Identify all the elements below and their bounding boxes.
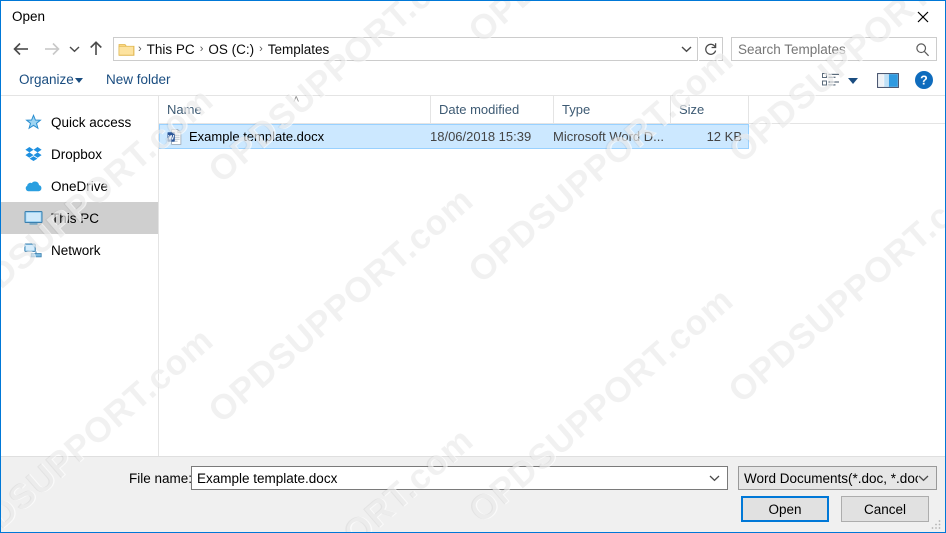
navigation-sidebar: Quick access Dropbox OneDrive This PC Ne… <box>1 96 159 456</box>
chevron-down-icon <box>681 46 691 53</box>
svg-text:W: W <box>168 134 175 141</box>
chevron-down-icon[interactable] <box>709 474 720 482</box>
open-file-dialog: Open › This PC › OS (C:) › Templates Sea… <box>0 0 946 533</box>
help-icon: ? <box>915 71 933 89</box>
organize-button[interactable]: Organize <box>19 72 74 87</box>
open-button[interactable]: Open <box>741 496 829 522</box>
breadcrumb-item-templates[interactable]: Templates <box>264 42 334 57</box>
file-list-pane: Name ˄ Date modified Type Size W Example… <box>159 94 945 456</box>
sidebar-item-label: This PC <box>51 210 100 226</box>
chevron-down-icon <box>75 78 83 83</box>
network-icon <box>23 241 43 259</box>
refresh-button[interactable] <box>699 37 723 61</box>
arrow-right-icon <box>44 42 60 56</box>
file-type-cell: Microsoft Word D... <box>553 129 665 144</box>
search-box[interactable]: Search Templates <box>731 37 937 61</box>
file-date-cell: 18/06/2018 15:39 <box>430 129 532 144</box>
cancel-button[interactable]: Cancel <box>841 496 929 522</box>
column-headers: Name ˄ Date modified Type Size <box>159 94 945 124</box>
chevron-down-icon <box>69 46 79 53</box>
column-header-size[interactable]: Size <box>671 96 749 123</box>
window-title: Open <box>12 9 46 24</box>
file-name-label: File name: <box>129 471 193 486</box>
sidebar-item-label: Quick access <box>51 114 132 130</box>
breadcrumb-item-this-pc[interactable]: This PC <box>143 42 199 57</box>
sidebar-item-this-pc[interactable]: This PC <box>1 202 158 234</box>
preview-pane-icon <box>877 72 899 88</box>
word-document-icon: W <box>167 128 183 145</box>
column-header-date-modified[interactable]: Date modified <box>431 96 554 123</box>
sort-ascending-icon: ˄ <box>293 94 300 106</box>
file-name-cell: W Example template.docx <box>160 128 430 145</box>
sidebar-item-dropbox[interactable]: Dropbox <box>1 138 158 170</box>
breadcrumb[interactable]: › This PC › OS (C:) › Templates <box>113 37 698 61</box>
cloud-icon <box>23 177 43 195</box>
refresh-icon <box>704 43 716 55</box>
monitor-icon <box>23 209 43 227</box>
svg-text:?: ? <box>920 74 928 88</box>
sidebar-item-network[interactable]: Network <box>1 234 158 266</box>
close-icon <box>917 11 928 22</box>
search-input[interactable]: Search Templates <box>738 42 915 57</box>
arrow-left-icon <box>12 42 28 56</box>
view-options-chevron-down-icon[interactable] <box>848 78 858 84</box>
view-options-button[interactable] <box>819 69 845 91</box>
close-button[interactable] <box>900 1 945 32</box>
column-header-name[interactable]: Name ˄ <box>159 94 431 123</box>
breadcrumb-dropdown-button[interactable] <box>675 38 697 60</box>
sidebar-item-label: Dropbox <box>51 146 103 162</box>
help-button[interactable]: ? <box>911 69 937 91</box>
arrow-up-icon <box>90 41 102 55</box>
column-header-label: Name <box>167 102 202 117</box>
column-header-type[interactable]: Type <box>554 96 671 123</box>
file-name-value: Example template.docx <box>197 470 338 486</box>
sidebar-item-label: OneDrive <box>51 178 109 194</box>
preview-pane-button[interactable] <box>875 69 901 91</box>
new-folder-button[interactable]: New folder <box>106 72 171 87</box>
folder-icon <box>118 42 135 57</box>
breadcrumb-item-os-c[interactable]: OS (C:) <box>204 42 258 57</box>
file-name-label: Example template.docx <box>189 129 325 144</box>
search-icon <box>915 42 930 57</box>
resize-grip[interactable] <box>930 518 942 530</box>
back-button[interactable] <box>7 33 35 65</box>
forward-button <box>37 33 65 65</box>
list-view-icon <box>822 73 839 86</box>
file-type-filter-dropdown[interactable]: Word Documents(*.doc, *.docr <box>738 466 937 490</box>
file-size-cell: 12 KB <box>706 129 742 144</box>
dialog-body: Quick access Dropbox OneDrive This PC Ne… <box>1 94 945 456</box>
table-row[interactable]: W Example template.docx 18/06/2018 15:39… <box>159 124 749 149</box>
chevron-down-icon <box>918 474 929 482</box>
recent-locations-button[interactable] <box>63 33 85 65</box>
title-bar: Open <box>1 1 945 33</box>
file-name-input[interactable]: Example template.docx <box>191 466 728 490</box>
address-bar: › This PC › OS (C:) › Templates Search T… <box>1 33 945 65</box>
dropbox-icon <box>23 145 43 163</box>
toolbar: Organize New folder ? <box>1 65 945 96</box>
star-icon <box>23 113 43 131</box>
sidebar-item-onedrive[interactable]: OneDrive <box>1 170 158 202</box>
up-button[interactable] <box>83 33 109 65</box>
sidebar-item-quick-access[interactable]: Quick access <box>1 106 158 138</box>
file-type-filter-value: Word Documents(*.doc, *.docr <box>744 470 918 486</box>
sidebar-item-label: Network <box>51 242 101 258</box>
